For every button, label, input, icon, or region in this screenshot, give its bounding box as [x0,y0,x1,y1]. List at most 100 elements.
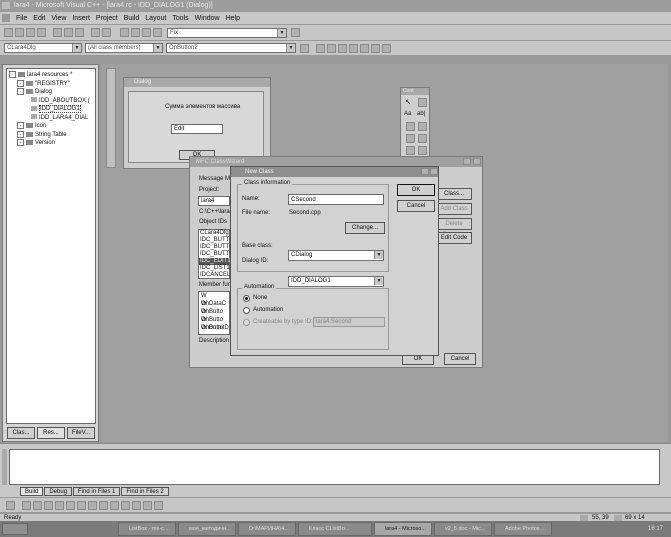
menu-help[interactable]: Help [223,15,243,22]
find-combo[interactable]: Fix ▼ [167,27,287,38]
align-bottom-icon[interactable] [55,500,64,510]
binoculars-icon[interactable] [291,28,300,37]
question-icon[interactable] [421,168,429,175]
taskbar-item-6[interactable]: v2_5.doc - Mic... [434,522,492,536]
taskbar-item-4[interactable]: Класс CListBo... [298,522,372,536]
same-width-icon[interactable] [110,500,119,510]
close-icon[interactable] [473,158,481,165]
breakpoint-icon[interactable] [382,43,391,53]
tree-item-string-table[interactable]: + String Table [9,130,93,140]
question-icon[interactable] [463,158,471,165]
edit-code-button[interactable]: Edit Code [436,232,472,244]
new-class-ok-button[interactable]: OK [397,184,435,196]
checkbox-icon[interactable] [406,134,415,143]
taskbar-item-7[interactable]: Adobe Photos... [494,522,552,536]
new-icon[interactable] [4,28,13,37]
picture-icon[interactable] [418,98,427,107]
menu-window[interactable]: Window [192,15,223,22]
tree-item-aboutbox[interactable]: IDD_ABOUTBOX ( [9,97,93,106]
radio-icon[interactable] [418,134,427,143]
align-top-icon[interactable] [44,500,53,510]
menu-project[interactable]: Project [93,15,121,22]
menu-view[interactable]: View [48,15,69,22]
workspace-icon[interactable] [120,28,129,37]
button-icon[interactable] [418,122,427,131]
pointer-icon[interactable]: ↖ [405,98,413,106]
list-item[interactable]: W OnInitD [199,324,229,332]
taskbar-item-1[interactable]: ListBox - ms-c... [118,522,176,536]
radio-automation[interactable] [243,307,250,314]
list-item[interactable]: IDC_BUTTO [199,251,234,258]
list-item[interactable]: W OnDataC [199,292,229,307]
tree-item-lara4-dialog[interactable]: IDD_LARA4_DIAL [9,114,93,123]
center-vertical-icon[interactable] [66,500,75,510]
class-combo[interactable]: CLara4Dlg ▼ [4,43,82,53]
align-right-icon[interactable] [33,500,42,510]
combo-icon[interactable] [406,146,415,155]
menu-tools[interactable]: Tools [169,15,191,22]
tree-item-icon[interactable]: + Icon [9,122,93,131]
wizard-action-icon[interactable] [300,43,309,53]
save-icon[interactable] [26,28,35,37]
object-ids-list[interactable]: CLara4Dlg IDC_BUTTO IDC_BUTTO IDC_BUTTO … [198,229,234,279]
chevron-down-icon[interactable]: ▼ [286,44,295,52]
tree-root[interactable]: − lara4 resources * [9,71,93,80]
paste-icon[interactable] [75,28,84,37]
output-gripper[interactable] [2,449,7,485]
group-box-icon[interactable] [406,122,415,131]
rebuild-icon[interactable] [338,43,347,53]
edit-box-icon[interactable]: ab| [417,111,425,117]
tab-debug[interactable]: Debug [44,487,73,496]
classwizard-cancel-button[interactable]: Cancel [444,353,476,365]
taskbar-item-5-active[interactable]: lara4 - Microso... [374,522,432,536]
add-class-button[interactable]: Class... [436,188,472,200]
tab-class-view[interactable]: Clas... [7,427,35,439]
taskbar-item-2[interactable]: мое_методичн... [178,522,236,536]
tree-item-registry[interactable]: + "REGISTRY" [9,79,93,89]
static-text-icon[interactable]: Aa [404,111,411,117]
cut-icon[interactable] [53,28,62,37]
radio-none[interactable] [243,295,250,302]
undo-icon[interactable] [91,28,100,37]
caption-static[interactable]: Сумма элементов массива [165,104,240,110]
save-all-icon[interactable] [37,28,46,37]
center-horizontal-icon[interactable] [77,500,86,510]
tab-find-in-files-1[interactable]: Find in Files 1 [73,487,121,496]
tree-item-dialog[interactable]: − Dialog [9,88,93,97]
tab-find-in-files-2[interactable]: Find in Files 2 [121,487,169,496]
same-size-icon[interactable] [132,500,141,510]
add-function-button[interactable]: Add Class [436,203,472,215]
menu-edit[interactable]: Edit [30,15,48,22]
message-maps-tab[interactable]: Message Ma [199,176,233,182]
stop-build-icon[interactable] [349,43,358,53]
space-across-icon[interactable] [88,500,97,510]
list-item[interactable]: IDC_LIST1 [199,265,230,272]
list-item[interactable]: CLara4Dlg [199,230,229,237]
type-id-input[interactable]: lara4.Second [313,317,385,327]
tree-item-dialog1[interactable]: IDD_DIALOG1 [9,105,93,114]
tree-item-version[interactable]: + Version [9,139,93,148]
execute-icon[interactable] [360,43,369,53]
find-in-files-icon[interactable] [153,28,162,37]
list-icon[interactable] [418,146,427,155]
function-combo[interactable]: OnButton2 ▼ [166,43,296,53]
start-button[interactable] [2,523,28,535]
new-class-cancel-button[interactable]: Cancel [397,200,435,212]
test-dialog-icon[interactable] [6,500,15,510]
tab-build[interactable]: Build [20,487,44,496]
chevron-down-icon[interactable]: ▼ [374,277,383,285]
redo-icon[interactable] [102,28,111,37]
list-item-selected[interactable]: IDC_EDIT1 [199,258,231,265]
output-icon[interactable] [131,28,140,37]
chevron-down-icon[interactable]: ▼ [374,251,383,259]
toggle-grid-icon[interactable] [143,500,152,510]
delete-function-button[interactable]: Delete Function [436,218,472,238]
list-item[interactable]: IDC_BUTTO [199,244,234,251]
menu-file[interactable]: File [13,15,30,22]
tab-resource-view[interactable]: Res... [37,427,65,439]
menu-layout[interactable]: Layout [142,15,169,22]
member-functions-list[interactable]: W OnDataC W OnButto W OnButto W OnButto … [198,291,230,335]
change-button[interactable]: Change... [345,222,385,234]
toggle-guides-icon[interactable] [154,500,163,510]
taskbar-item-3[interactable]: D:\МАРИНА\4... [238,522,296,536]
